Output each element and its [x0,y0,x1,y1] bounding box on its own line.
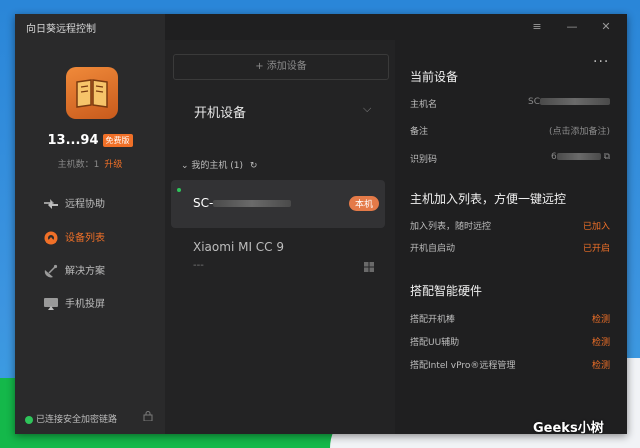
autostart-status[interactable]: 已开启 [583,241,610,254]
detect-button[interactable]: 检测 [592,335,610,348]
hostname-row: 主机名 SC [410,97,610,111]
hostname-value: SC [528,97,610,107]
nav-label: 设备列表 [65,233,105,244]
sidebar: 13...94 免费版 主机数：1 升级 远程协助 设备列表 解决方案 手机投屏… [15,14,165,434]
hardware-row-uu: 搭配UU辅助 检测 [410,335,610,349]
remark-label: 备注 [410,127,429,137]
more-options-icon[interactable]: ··· [593,54,609,70]
secure-connection-status: 已连接安全加密链路 [25,412,117,425]
masked-text [213,200,292,207]
user-id: 13...94 [47,133,99,148]
list-section-title: 主机加入列表，方便一键远控 [410,192,567,206]
book-icon [76,79,108,108]
remark-value[interactable]: (点击添加备注) [549,124,610,137]
host-count: 主机数：1 升级 [15,157,165,170]
refresh-icon[interactable]: ↻ [250,161,258,171]
menu-icon[interactable]: ≡ [528,18,546,36]
group-label: 我的主机 (1) [191,161,244,171]
watermark: Geeks小树 [533,421,604,436]
screen-cast-icon [44,298,58,310]
app-title: 向日葵远程控制 [26,24,96,35]
online-indicator-icon [177,188,181,192]
chevron-down-icon[interactable]: ⌵ [363,102,371,116]
status-dot-icon [25,415,33,424]
join-list-row: 加入列表，随时远控 已加入 [410,219,610,233]
detect-button[interactable]: 检测 [592,312,610,325]
upgrade-link[interactable]: 升级 [104,160,122,170]
device-item-xiaomi[interactable]: Xiaomi MI CC 9 [193,240,284,254]
device-panel: + 添加设备 开机设备 ⌵ ⌄ 我的主机 (1) ↻ SC- 本机 Xiaomi… [165,40,395,434]
remote-assist-icon [44,199,58,209]
join-list-status[interactable]: 已加入 [583,219,610,232]
satellite-icon [44,264,58,278]
hostname-label: 主机名 [410,100,438,110]
hardware-row-power-stick: 搭配开机棒 检测 [410,312,610,326]
detect-button[interactable]: 检测 [592,358,610,371]
identification-code-value: 6 ⧉ [550,152,610,162]
device-name: SC- [193,196,292,210]
device-list-icon [44,231,58,245]
group-my-hosts[interactable]: ⌄ 我的主机 (1) ↻ [181,158,257,171]
title-bar: 向日葵远程控制 ≡ — ✕ [15,14,627,40]
current-device-panel: 当前设备 ··· 主机名 SC 备注 (点击添加备注) 识别码 6 ⧉ 主机加入… [395,40,627,434]
secure-status-text: 已连接安全加密链路 [36,415,118,425]
hardware-label: 搭配UU辅助 [410,338,460,348]
copy-icon[interactable]: ⧉ [604,152,610,162]
local-tag: 本机 [349,196,380,211]
hardware-label: 搭配开机棒 [410,315,456,325]
autostart-label: 开机自启动 [410,244,456,254]
identification-code-label: 识别码 [410,155,438,165]
chevron-small-icon: ⌄ [181,161,192,171]
autostart-row: 开机自启动 已开启 [410,241,610,255]
nav-solutions[interactable]: 解决方案 [43,263,105,281]
host-count-label: 主机数： [57,160,94,170]
close-icon[interactable]: ✕ [597,18,615,36]
current-device-title: 当前设备 [410,70,459,84]
lock-icon[interactable] [143,411,153,421]
masked-text [540,98,610,105]
nav-label: 远程协助 [65,199,105,210]
nav-label: 手机投屏 [65,299,105,310]
app-logo [66,67,118,119]
identification-code-row: 识别码 6 ⧉ [410,152,610,166]
nav-label: 解决方案 [65,266,105,277]
plan-badge[interactable]: 免费版 [102,134,133,147]
device-subtitle: --- [193,260,204,271]
nav-device-list[interactable]: 设备列表 [43,230,105,248]
hardware-section-title: 搭配智能硬件 [410,284,483,298]
add-device-button[interactable]: + 添加设备 [173,54,389,80]
user-id-row: 13...94 免费版 [15,133,165,148]
nav-screen-cast[interactable]: 手机投屏 [43,296,105,314]
join-list-label: 加入列表，随时远控 [410,222,492,232]
section-title-online-devices: 开机设备 [194,106,247,121]
windows-icon [364,262,374,272]
app-window: 13...94 免费版 主机数：1 升级 远程协助 设备列表 解决方案 手机投屏… [15,14,627,434]
host-count-value: 1 [93,160,100,170]
minimize-icon[interactable]: — [563,18,581,36]
hardware-row-vpro: 搭配Intel vPro®远程管理 检测 [410,358,610,372]
nav-remote-assist[interactable]: 远程协助 [43,196,105,214]
hardware-label: 搭配Intel vPro®远程管理 [410,361,516,371]
device-item-local[interactable]: SC- 本机 [171,180,385,228]
remark-row[interactable]: 备注 (点击添加备注) [410,124,610,138]
masked-text [556,153,601,160]
